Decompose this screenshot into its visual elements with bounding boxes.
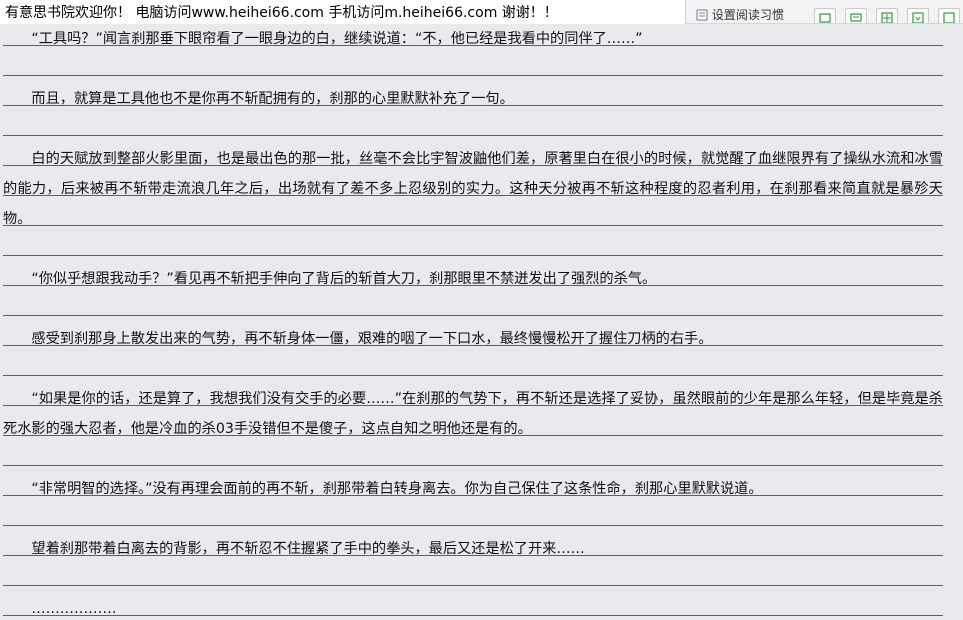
settings-icon — [696, 9, 708, 21]
reader-toolbar: 设置阅读习惯 — [685, 0, 963, 24]
close-button[interactable] — [938, 8, 960, 23]
site-header: 有意思书院欢迎你！ 电脑访问www.heihei66.com 手机访问m.hei… — [0, 0, 963, 24]
paragraph: ……………… — [31, 601, 117, 617]
reading-settings[interactable]: 设置阅读习惯 — [696, 7, 784, 23]
bookmark-button[interactable] — [814, 8, 836, 23]
paragraph: “工具吗？”闻言刹那垂下眼帘看了一眼身边的白，继续说道：“不，他已经是我看中的同… — [31, 31, 643, 47]
paragraph: 感受到刹那身上散发出来的气势，再不斩身体一僵，艰难的咽了一下口水，最终慢慢松开了… — [31, 331, 713, 347]
share-button[interactable] — [876, 8, 898, 23]
paragraph: 白的天赋放到整部火影里面，也是最出色的那一批，丝毫不会比宇智波鼬他们差，原著里白… — [3, 151, 943, 227]
paragraph: “非常明智的选择。”没有再理会面前的再不斩，刹那带着白转身离去。你为自己保住了这… — [31, 481, 763, 497]
download-button[interactable] — [907, 8, 929, 23]
paragraph: “你似乎想跟我动手？”看见再不斩把手伸向了背后的斩首大刀，刹那眼里不禁迸发出了强… — [31, 271, 657, 287]
paragraph: 望着刹那带着白离去的背影，再不斩忍不住握紧了手中的拳头，最后又还是松了开来…… — [31, 541, 585, 557]
download-icon — [912, 12, 924, 23]
comment-icon — [850, 13, 862, 22]
close-icon — [943, 12, 955, 23]
paragraph: 而且，就算是工具他也不是你再不斩配拥有的，刹那的心里默默补充了一句。 — [31, 91, 514, 107]
paragraph: “如果是你的话，还是算了，我想我们没有交手的必要……”在刹那的气势下，再不斩还是… — [3, 391, 943, 437]
chapter-text: “工具吗？”闻言刹那垂下眼帘看了一眼身边的白，继续说道：“不，他已经是我看中的同… — [3, 24, 943, 620]
share-icon — [881, 12, 893, 23]
bookmark-icon — [819, 13, 831, 23]
chapter-reader: “工具吗？”闻言刹那垂下眼帘看了一眼身边的白，继续说道：“不，他已经是我看中的同… — [0, 24, 963, 620]
welcome-banner: 有意思书院欢迎你！ 电脑访问www.heihei66.com 手机访问m.hei… — [5, 5, 558, 21]
reading-settings-label: 设置阅读习惯 — [711, 8, 784, 22]
comment-button[interactable] — [845, 8, 867, 23]
